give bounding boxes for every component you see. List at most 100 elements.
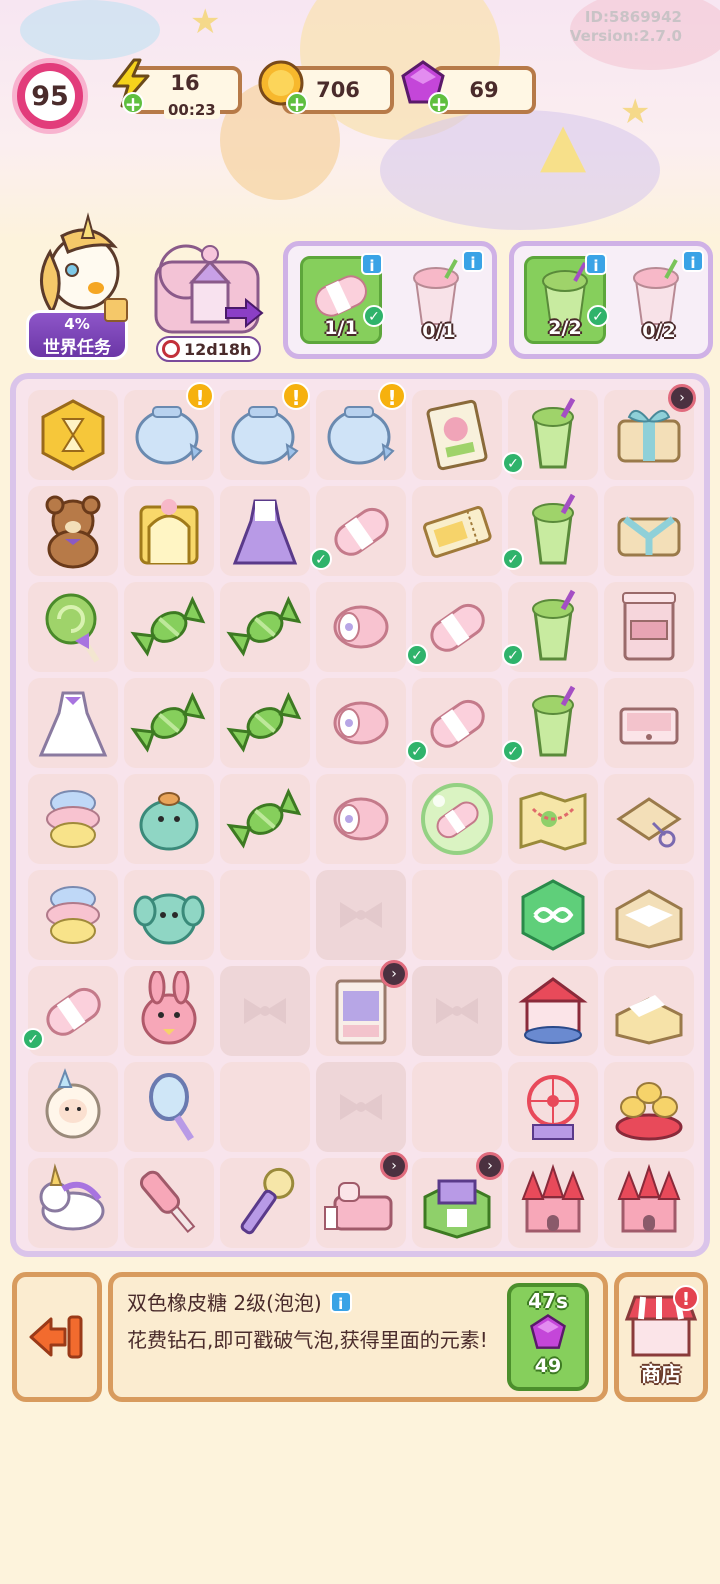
board-cell[interactable]: [220, 966, 310, 1056]
board-cell[interactable]: ›: [412, 1152, 504, 1248]
board-cell[interactable]: [412, 486, 502, 576]
info-icon[interactable]: i: [329, 1290, 352, 1313]
carousel-icon[interactable]: [513, 971, 593, 1051]
exit-button[interactable]: [12, 1272, 102, 1402]
board-cell[interactable]: [124, 678, 214, 768]
order-slot[interactable]: 2/2 ✓ i: [524, 253, 609, 344]
order-slot[interactable]: 1/1 ✓ i: [300, 253, 385, 344]
board-cell[interactable]: [220, 582, 310, 672]
treasure-map-icon[interactable]: [513, 779, 593, 859]
marshmallow-roll-icon[interactable]: [417, 587, 497, 667]
teacup-ride-icon[interactable]: [609, 1067, 689, 1147]
teddy-bear-icon[interactable]: [33, 491, 113, 571]
board-cell[interactable]: [316, 1062, 406, 1152]
board-cell[interactable]: [604, 678, 694, 768]
board-cell[interactable]: ✓: [406, 582, 502, 672]
sheep-plush-icon[interactable]: [33, 1067, 113, 1147]
cardboard-box-icon[interactable]: [609, 875, 689, 955]
swiss-roll-icon[interactable]: [321, 587, 401, 667]
add-energy-button[interactable]: +: [122, 92, 144, 114]
melon-smoothie-icon[interactable]: [513, 587, 593, 667]
open-box-icon[interactable]: [609, 971, 689, 1051]
golden-gate-icon[interactable]: [129, 491, 209, 571]
marshmallow-roll-icon[interactable]: [417, 683, 497, 763]
board-cell[interactable]: [28, 678, 118, 768]
open-drawer-icon[interactable]: [609, 683, 689, 763]
ferris-wheel-icon[interactable]: [513, 1067, 593, 1147]
board-cell[interactable]: [508, 774, 598, 864]
bunny-plush-icon[interactable]: [129, 971, 209, 1051]
board-cell[interactable]: [508, 1158, 598, 1248]
board-cell[interactable]: [220, 678, 310, 768]
info-icon[interactable]: i: [462, 250, 484, 272]
green-candy-icon[interactable]: [225, 587, 305, 667]
pop-bubble-button[interactable]: 47s 49: [507, 1283, 589, 1391]
board-cell[interactable]: [604, 1158, 694, 1248]
board-cell[interactable]: [508, 966, 598, 1056]
swiss-roll-icon[interactable]: [321, 683, 401, 763]
swiss-roll-icon[interactable]: [321, 779, 401, 859]
board-cell[interactable]: [28, 1062, 118, 1152]
board-cell[interactable]: !: [220, 382, 310, 480]
player-level-badge[interactable]: 95: [12, 58, 88, 134]
marshmallow-bubble-icon[interactable]: [417, 779, 497, 859]
board-cell[interactable]: [412, 774, 502, 864]
board-cell[interactable]: [28, 1158, 118, 1248]
curling-roller-icon[interactable]: [129, 1163, 209, 1243]
board-cell[interactable]: [28, 486, 118, 576]
order-card-2[interactable]: 2/2 ✓ i 0/2 i: [509, 241, 713, 359]
board-cell[interactable]: [28, 582, 118, 672]
board-cell[interactable]: ›: [316, 1152, 408, 1248]
elephant-plush-icon[interactable]: [129, 875, 209, 955]
order-card-1[interactable]: 1/1 ✓ i 0/1 i: [283, 241, 497, 359]
board-cell[interactable]: [316, 774, 406, 864]
board-cell[interactable]: [412, 870, 502, 960]
shop-button[interactable]: 商店 !: [614, 1272, 708, 1402]
melon-smoothie-icon[interactable]: [513, 491, 593, 571]
board-cell[interactable]: [604, 486, 694, 576]
cotton-candy-icon[interactable]: [33, 779, 113, 859]
board-cell[interactable]: [28, 390, 118, 480]
board-cell[interactable]: [604, 582, 694, 672]
ribbon-box-icon[interactable]: [609, 491, 689, 571]
board-cell[interactable]: [124, 1158, 214, 1248]
board-cell[interactable]: [220, 1062, 310, 1152]
board-cell[interactable]: [124, 870, 214, 960]
board-cell[interactable]: [316, 582, 406, 672]
cotton-candy-icon[interactable]: [33, 875, 113, 955]
board-cell[interactable]: [604, 1062, 694, 1152]
board-cell[interactable]: [124, 486, 214, 576]
board-cell[interactable]: [124, 582, 214, 672]
board-cell[interactable]: [28, 870, 118, 960]
board-cell[interactable]: [220, 1158, 310, 1248]
board-cell[interactable]: !: [316, 382, 406, 480]
board-cell[interactable]: ✓: [406, 678, 502, 768]
board-cell[interactable]: !: [124, 382, 214, 480]
order-slot[interactable]: 0/2 i: [618, 250, 704, 344]
infinity-gem-icon[interactable]: [513, 875, 593, 955]
board-cell[interactable]: ✓: [22, 966, 118, 1056]
board-cell[interactable]: [220, 774, 310, 864]
board-cell[interactable]: ›: [604, 384, 696, 480]
board-cell[interactable]: [412, 390, 502, 480]
board-cell[interactable]: [604, 870, 694, 960]
green-candy-icon[interactable]: [129, 683, 209, 763]
lollipop-icon[interactable]: [33, 587, 113, 667]
board-cell[interactable]: ✓: [502, 678, 598, 768]
board-cell[interactable]: [508, 870, 598, 960]
storybook-icon[interactable]: [417, 395, 497, 475]
pink-castle-icon[interactable]: [609, 1163, 689, 1243]
board-cell[interactable]: ✓: [310, 486, 406, 576]
makeup-brush-icon[interactable]: [225, 1163, 305, 1243]
melon-smoothie-icon[interactable]: [513, 683, 593, 763]
board-cell[interactable]: [316, 870, 406, 960]
board-cell[interactable]: [508, 1062, 598, 1152]
board-cell[interactable]: ✓: [502, 582, 598, 672]
seal-plush-icon[interactable]: [129, 779, 209, 859]
board-cell[interactable]: [124, 774, 214, 864]
green-candy-icon[interactable]: [129, 587, 209, 667]
board-cell[interactable]: [604, 966, 694, 1056]
white-dress-icon[interactable]: [33, 683, 113, 763]
board-cell[interactable]: [124, 1062, 214, 1152]
board-cell[interactable]: [316, 678, 406, 768]
